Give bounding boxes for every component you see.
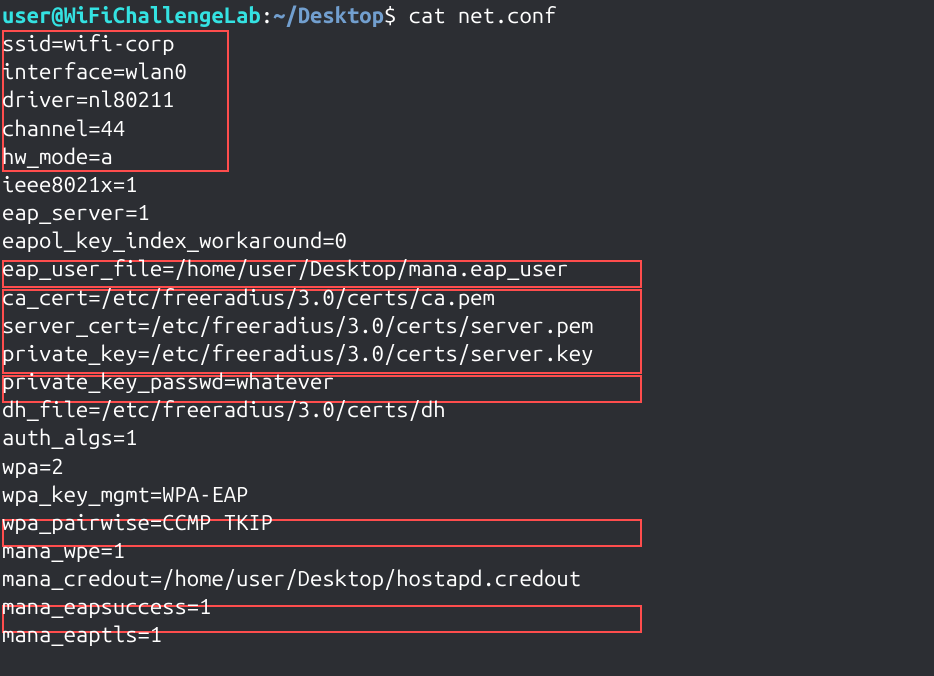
prompt-dollar: $ — [384, 3, 409, 28]
config-line: mana_wpe=1 — [2, 537, 934, 565]
config-line: private_key=/etc/freeradius/3.0/certs/se… — [2, 340, 934, 368]
config-line: auth_algs=1 — [2, 424, 934, 452]
config-line: ca_cert=/etc/freeradius/3.0/certs/ca.pem — [2, 284, 934, 312]
config-line: driver=nl80211 — [2, 86, 934, 114]
prompt-command: cat net.conf — [409, 3, 557, 28]
config-line: eap_user_file=/home/user/Desktop/mana.ea… — [2, 255, 934, 283]
config-line: dh_file=/etc/freeradius/3.0/certs/dh — [2, 396, 934, 424]
prompt-host: WiFiChallengeLab — [64, 3, 261, 28]
config-line: ieee8021x=1 — [2, 171, 934, 199]
prompt-user: user — [2, 3, 51, 28]
config-line: mana_eapsuccess=1 — [2, 593, 934, 621]
config-line: server_cert=/etc/freeradius/3.0/certs/se… — [2, 312, 934, 340]
prompt-path: ~/Desktop — [273, 3, 384, 28]
config-line: ssid=wifi-corp — [2, 30, 934, 58]
config-line: eap_server=1 — [2, 199, 934, 227]
config-line: private_key_passwd=whatever — [2, 368, 934, 396]
config-line: hw_mode=a — [2, 143, 934, 171]
config-line: eapol_key_index_workaround=0 — [2, 227, 934, 255]
terminal-prompt-line[interactable]: user@WiFiChallengeLab:~/Desktop$ cat net… — [2, 2, 934, 30]
prompt-colon: : — [261, 3, 273, 28]
config-line: channel=44 — [2, 115, 934, 143]
config-line: wpa_key_mgmt=WPA-EAP — [2, 481, 934, 509]
config-line: mana_eaptls=1 — [2, 621, 934, 649]
config-line: interface=wlan0 — [2, 58, 934, 86]
config-line: wpa_pairwise=CCMP TKIP — [2, 509, 934, 537]
prompt-at: @ — [51, 3, 63, 28]
config-line: wpa=2 — [2, 453, 934, 481]
config-line: mana_credout=/home/user/Desktop/hostapd.… — [2, 565, 934, 593]
